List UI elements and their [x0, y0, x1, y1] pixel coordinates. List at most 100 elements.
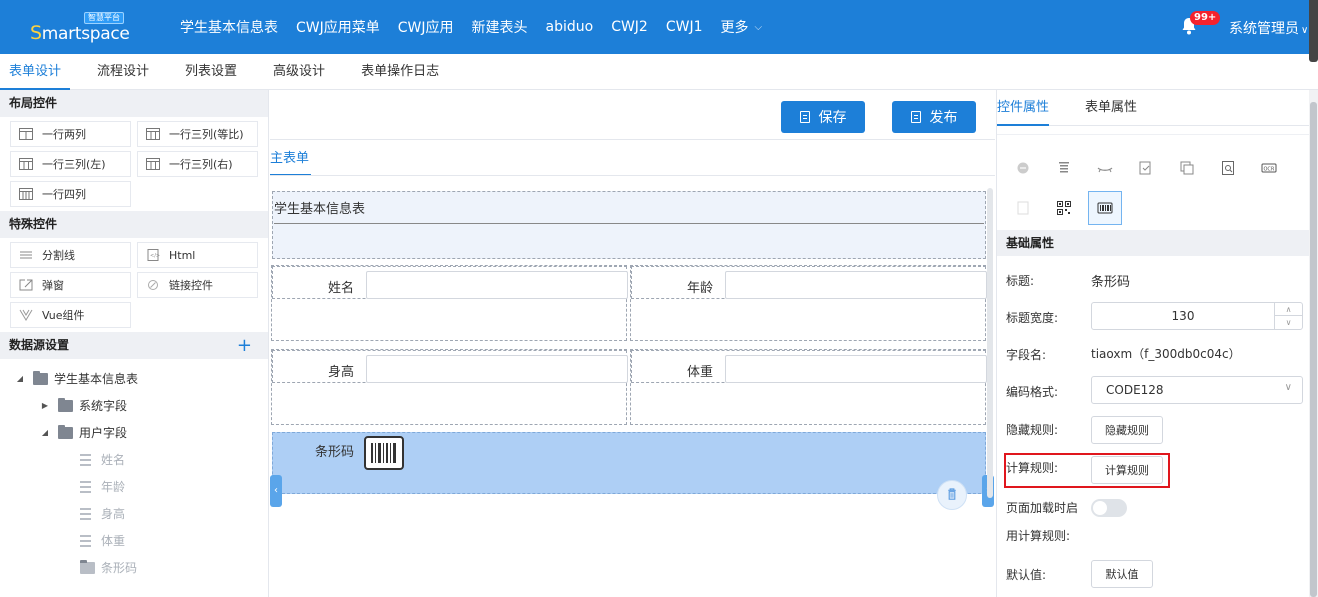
nav-item[interactable]: CWJ1	[666, 19, 703, 35]
notification-badge: 99+	[1190, 11, 1221, 25]
tree-field-item[interactable]: 体重	[0, 527, 268, 554]
list-icon[interactable]	[1047, 151, 1081, 185]
nav-item[interactable]: 新建表头	[472, 17, 528, 37]
default-value-button[interactable]: 默认值	[1091, 560, 1153, 588]
field-barcode-selected[interactable]: 条形码	[272, 432, 986, 510]
checklist-icon[interactable]	[1129, 151, 1163, 185]
widget-link[interactable]: 链接控件	[137, 272, 258, 298]
calc-rule-button[interactable]: 计算规则	[1091, 456, 1163, 484]
tree-root[interactable]: ◢ 学生基本信息表	[0, 365, 268, 392]
nav-item[interactable]: CWJ应用	[398, 17, 454, 37]
widget-three-columns-equal[interactable]: 一行三列(等比)	[137, 121, 258, 147]
properties-panel: 控件属性 表单属性 OCR 基础属性 标题: 条形码 标题宽度: 130 ∧ ∨…	[996, 90, 1310, 597]
widget-popup[interactable]: 弹窗	[10, 272, 131, 298]
tab-operation-log[interactable]: 表单操作日志	[352, 54, 448, 90]
tab-main-form[interactable]: 主表单	[270, 148, 312, 176]
tree-field-item[interactable]: 身高	[0, 500, 268, 527]
form-title-block[interactable]: 学生基本信息表	[272, 191, 986, 259]
tab-form-properties[interactable]: 表单属性	[1085, 90, 1137, 126]
widget-divider[interactable]: 分割线	[10, 242, 131, 268]
folder-icon	[33, 370, 48, 385]
widget-label: 弹窗	[42, 279, 64, 292]
nav-item[interactable]: 学生基本信息表	[180, 17, 278, 37]
svg-text:OCR: OCR	[1264, 167, 1275, 173]
tree-label: 条形码	[101, 561, 138, 575]
tree-field-item[interactable]: 年龄	[0, 473, 268, 500]
caret-down-icon[interactable]: ◢	[40, 428, 50, 437]
user-menu[interactable]: 系统管理员 ∨	[1229, 18, 1308, 38]
field-height[interactable]: 身高	[272, 350, 628, 383]
caret-right-icon[interactable]: ▶	[40, 401, 50, 410]
tree-field-item[interactable]: 姓名	[0, 446, 268, 473]
widget-label: 一行三列(左)	[42, 158, 106, 171]
trash-icon[interactable]	[937, 480, 967, 510]
title-width-stepper[interactable]: 130 ∧ ∨	[1091, 302, 1303, 330]
caret-down-icon[interactable]: ◢	[15, 374, 25, 383]
control-type-icons: OCR	[997, 134, 1310, 230]
field-weight[interactable]: 体重	[631, 350, 987, 383]
encoding-select[interactable]: CODE128 ∨	[1091, 376, 1303, 404]
prop-value-field-name: tiaoxm（f_300db0c04c）	[1091, 347, 1241, 361]
table-layout-icon	[146, 128, 160, 140]
blank-doc-icon[interactable]	[1006, 191, 1040, 225]
widget-four-columns[interactable]: 一行四列	[10, 181, 131, 207]
signature-icon[interactable]	[1088, 151, 1122, 185]
save-button[interactable]: 保存	[781, 101, 865, 133]
field-age[interactable]: 年龄	[631, 266, 987, 299]
widget-html[interactable]: </> Html	[137, 242, 258, 268]
tab-flow-design[interactable]: 流程设计	[88, 54, 158, 90]
scrollbar-thumb[interactable]	[1310, 102, 1317, 597]
minus-circle-icon[interactable]	[1006, 151, 1040, 185]
logo[interactable]: Smartspace 智慧平台	[30, 10, 130, 46]
canvas-scrollbar[interactable]	[987, 188, 993, 498]
panel-scrollbar[interactable]	[1309, 90, 1318, 597]
tab-advanced-design[interactable]: 高级设计	[264, 54, 334, 90]
popup-icon	[19, 279, 33, 291]
nav-item[interactable]: CWJ应用菜单	[296, 17, 380, 37]
chevron-up-icon[interactable]: ∧	[1274, 303, 1302, 316]
nav-item[interactable]: CWJ2	[611, 19, 648, 35]
copy-icon[interactable]	[1170, 151, 1204, 185]
publish-button[interactable]: 发布	[892, 101, 976, 133]
tree-label: 年龄	[101, 480, 126, 494]
weight-input[interactable]	[725, 355, 987, 383]
add-datasource-icon[interactable]: +	[237, 332, 252, 359]
barcode-icon[interactable]	[1088, 191, 1122, 225]
field-label: 年龄	[686, 281, 713, 296]
height-input[interactable]	[366, 355, 628, 383]
age-input[interactable]	[725, 271, 987, 299]
table-layout-icon	[19, 158, 33, 170]
tab-control-properties[interactable]: 控件属性	[997, 90, 1050, 126]
tab-list-settings[interactable]: 列表设置	[176, 54, 246, 90]
nav-more[interactable]: 更多 ⌵	[721, 17, 763, 37]
tree-field-item[interactable]: 条形码	[0, 554, 268, 581]
user-name: 系统管理员	[1229, 21, 1299, 37]
widget-label: 链接控件	[169, 279, 213, 292]
widget-label: 一行四列	[42, 188, 86, 201]
document-search-icon[interactable]	[1211, 151, 1245, 185]
widget-three-columns-left[interactable]: 一行三列(左)	[10, 151, 131, 177]
hide-rule-button[interactable]: 隐藏规则	[1091, 416, 1163, 444]
widget-two-columns[interactable]: 一行两列	[10, 121, 131, 147]
chevron-down-icon[interactable]: ∨	[1274, 316, 1302, 329]
nav-item[interactable]: abiduo	[546, 19, 594, 35]
qrcode-icon[interactable]	[1047, 191, 1081, 225]
prop-label-field-name: 字段名:	[1006, 348, 1047, 362]
prop-label-calc-rule: 计算规则:	[1006, 461, 1059, 475]
tree-user-fields[interactable]: ◢ 用户字段	[0, 419, 268, 446]
window-scroll-grip[interactable]	[1309, 0, 1318, 62]
table-layout-icon	[19, 188, 33, 200]
name-input[interactable]	[366, 271, 628, 299]
special-widgets: 分割线 </> Html 弹窗 链接控件 Vue组件	[0, 238, 268, 332]
load-calc-toggle[interactable]	[1091, 499, 1127, 517]
widget-three-columns-right[interactable]: 一行三列(右)	[137, 151, 258, 177]
field-icon	[80, 453, 91, 466]
collapse-left-handle[interactable]: ‹	[270, 475, 282, 507]
widget-vue-component[interactable]: Vue组件	[10, 302, 131, 328]
ocr-icon[interactable]: OCR	[1252, 151, 1286, 185]
tab-form-design[interactable]: 表单设计	[0, 54, 71, 90]
field-name[interactable]: 姓名	[272, 266, 628, 299]
vue-icon	[19, 309, 33, 321]
widget-label: 分割线	[42, 249, 75, 262]
tree-system-fields[interactable]: ▶ 系统字段	[0, 392, 268, 419]
